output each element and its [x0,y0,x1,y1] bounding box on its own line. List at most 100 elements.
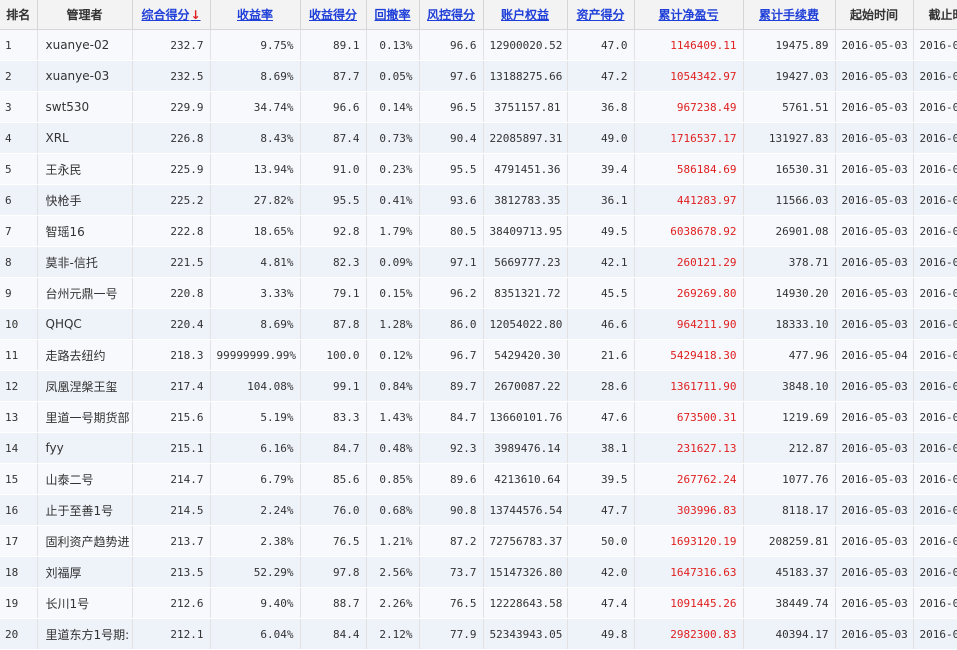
cell-end-time: 2016-05-13 [913,587,957,619]
table-row: 13 里道一号期货部 215.6 5.19% 83.3 1.43% 84.7 13660101… [0,401,957,433]
cell-fees: 11566.03 [743,184,836,216]
cell-asset-score: 47.2 [567,60,635,92]
cell-return-rate: 27.82% [210,184,301,216]
cell-net-pnl: 964211.90 [634,308,744,340]
cell-fees: 19475.89 [743,29,836,61]
cell-net-pnl: 260121.29 [634,246,744,278]
cell-manager: 里道东方1号期: [37,618,133,650]
header-net-pnl[interactable]: 累计净盈亏 [634,0,744,30]
cell-net-pnl: 231627.13 [634,432,744,464]
cell-risk-score: 96.6 [419,29,484,61]
cell-risk-score: 84.7 [419,401,484,433]
cell-composite-score: 220.4 [132,308,211,340]
table-row: 2 xuanye-03 232.5 8.69% 87.7 0.05% 97.6 1318827… [0,60,957,92]
cell-rank: 13 [0,401,38,433]
cell-start-time: 2016-05-04 [835,339,914,371]
cell-manager: xuanye-02 [37,29,133,61]
cell-equity: 2670087.22 [483,370,568,402]
cell-return-score: 84.7 [300,432,367,464]
header-label: 回撤率 [374,8,411,22]
cell-drawdown: 2.12% [366,618,420,650]
cell-drawdown: 0.12% [366,339,420,371]
cell-return-rate: 6.16% [210,432,301,464]
cell-return-score: 100.0 [300,339,367,371]
cell-composite-score: 215.1 [132,432,211,464]
cell-composite-score: 220.8 [132,277,211,309]
cell-composite-score: 229.9 [132,91,211,123]
header-return-rate[interactable]: 收益率 [210,0,301,30]
cell-drawdown: 0.85% [366,463,420,495]
cell-composite-score: 221.5 [132,246,211,278]
cell-manager: 里道一号期货部 [37,401,133,433]
cell-risk-score: 97.1 [419,246,484,278]
cell-rank: 7 [0,215,38,247]
table-row: 18 刘福厚 213.5 52.29% 97.8 2.56% 73.7 15147326.80… [0,556,957,588]
cell-asset-score: 49.5 [567,215,635,247]
cell-composite-score: 218.3 [132,339,211,371]
cell-manager: XRL [37,122,133,154]
cell-drawdown: 0.15% [366,277,420,309]
cell-manager: 王永民 [37,153,133,185]
cell-drawdown: 0.73% [366,122,420,154]
header-label: 账户权益 [500,8,549,22]
cell-start-time: 2016-05-03 [835,184,914,216]
table-row: 16 止于至善1号 214.5 2.24% 76.0 0.68% 90.8 13744576.… [0,494,957,526]
cell-rank: 18 [0,556,38,588]
cell-manager: 固利资产趋势进 [37,525,133,557]
cell-asset-score: 50.0 [567,525,635,557]
cell-manager: 莫非-信托 [37,246,133,278]
header-asset-score[interactable]: 资产得分 [567,0,635,30]
cell-manager: fyy [37,432,133,464]
cell-manager: 凤凰涅槃王玺 [37,370,133,402]
cell-end-time: 2016-05-13 [913,308,957,340]
cell-manager: QHQC [37,308,133,340]
cell-risk-score: 97.6 [419,60,484,92]
cell-return-rate: 34.74% [210,91,301,123]
cell-manager: 台州元鼎一号 [37,277,133,309]
header-composite-score[interactable]: 综合得分↓ [132,0,211,30]
cell-equity: 13188275.66 [483,60,568,92]
header-drawdown[interactable]: 回撤率 [366,0,420,30]
cell-risk-score: 87.2 [419,525,484,557]
cell-risk-score: 80.5 [419,215,484,247]
cell-drawdown: 0.84% [366,370,420,402]
header-risk-score[interactable]: 风控得分 [419,0,484,30]
cell-start-time: 2016-05-03 [835,525,914,557]
cell-return-rate: 2.24% [210,494,301,526]
cell-start-time: 2016-05-03 [835,494,914,526]
cell-equity: 15147326.80 [483,556,568,588]
cell-composite-score: 225.9 [132,153,211,185]
cell-drawdown: 1.21% [366,525,420,557]
cell-risk-score: 86.0 [419,308,484,340]
cell-drawdown: 0.14% [366,91,420,123]
cell-return-rate: 9.40% [210,587,301,619]
cell-asset-score: 49.8 [567,618,635,650]
cell-manager: 快枪手 [37,184,133,216]
cell-equity: 13660101.76 [483,401,568,433]
header-equity[interactable]: 账户权益 [483,0,568,30]
cell-composite-score: 212.6 [132,587,211,619]
cell-start-time: 2016-05-03 [835,432,914,464]
sort-desc-arrow-icon[interactable]: ↓ [190,8,200,22]
cell-manager: swt530 [37,91,133,123]
header-return-score[interactable]: 收益得分 [300,0,367,30]
cell-end-time: 2016-05-13 [913,618,957,650]
header-fees[interactable]: 累计手续费 [743,0,836,30]
cell-end-time: 2016-05-13 [913,215,957,247]
cell-manager: 智瑶16 [37,215,133,247]
cell-end-time: 2016-05-13 [913,122,957,154]
cell-return-rate: 6.04% [210,618,301,650]
cell-return-rate: 5.19% [210,401,301,433]
cell-start-time: 2016-05-03 [835,215,914,247]
cell-fees: 5761.51 [743,91,836,123]
cell-return-score: 87.7 [300,60,367,92]
cell-rank: 11 [0,339,38,371]
cell-equity: 5429420.30 [483,339,568,371]
cell-manager: 走路去纽约 [37,339,133,371]
cell-fees: 38449.74 [743,587,836,619]
cell-end-time: 2016-05-13 [913,401,957,433]
cell-composite-score: 215.6 [132,401,211,433]
cell-start-time: 2016-05-03 [835,401,914,433]
cell-net-pnl: 1091445.26 [634,587,744,619]
cell-asset-score: 45.5 [567,277,635,309]
